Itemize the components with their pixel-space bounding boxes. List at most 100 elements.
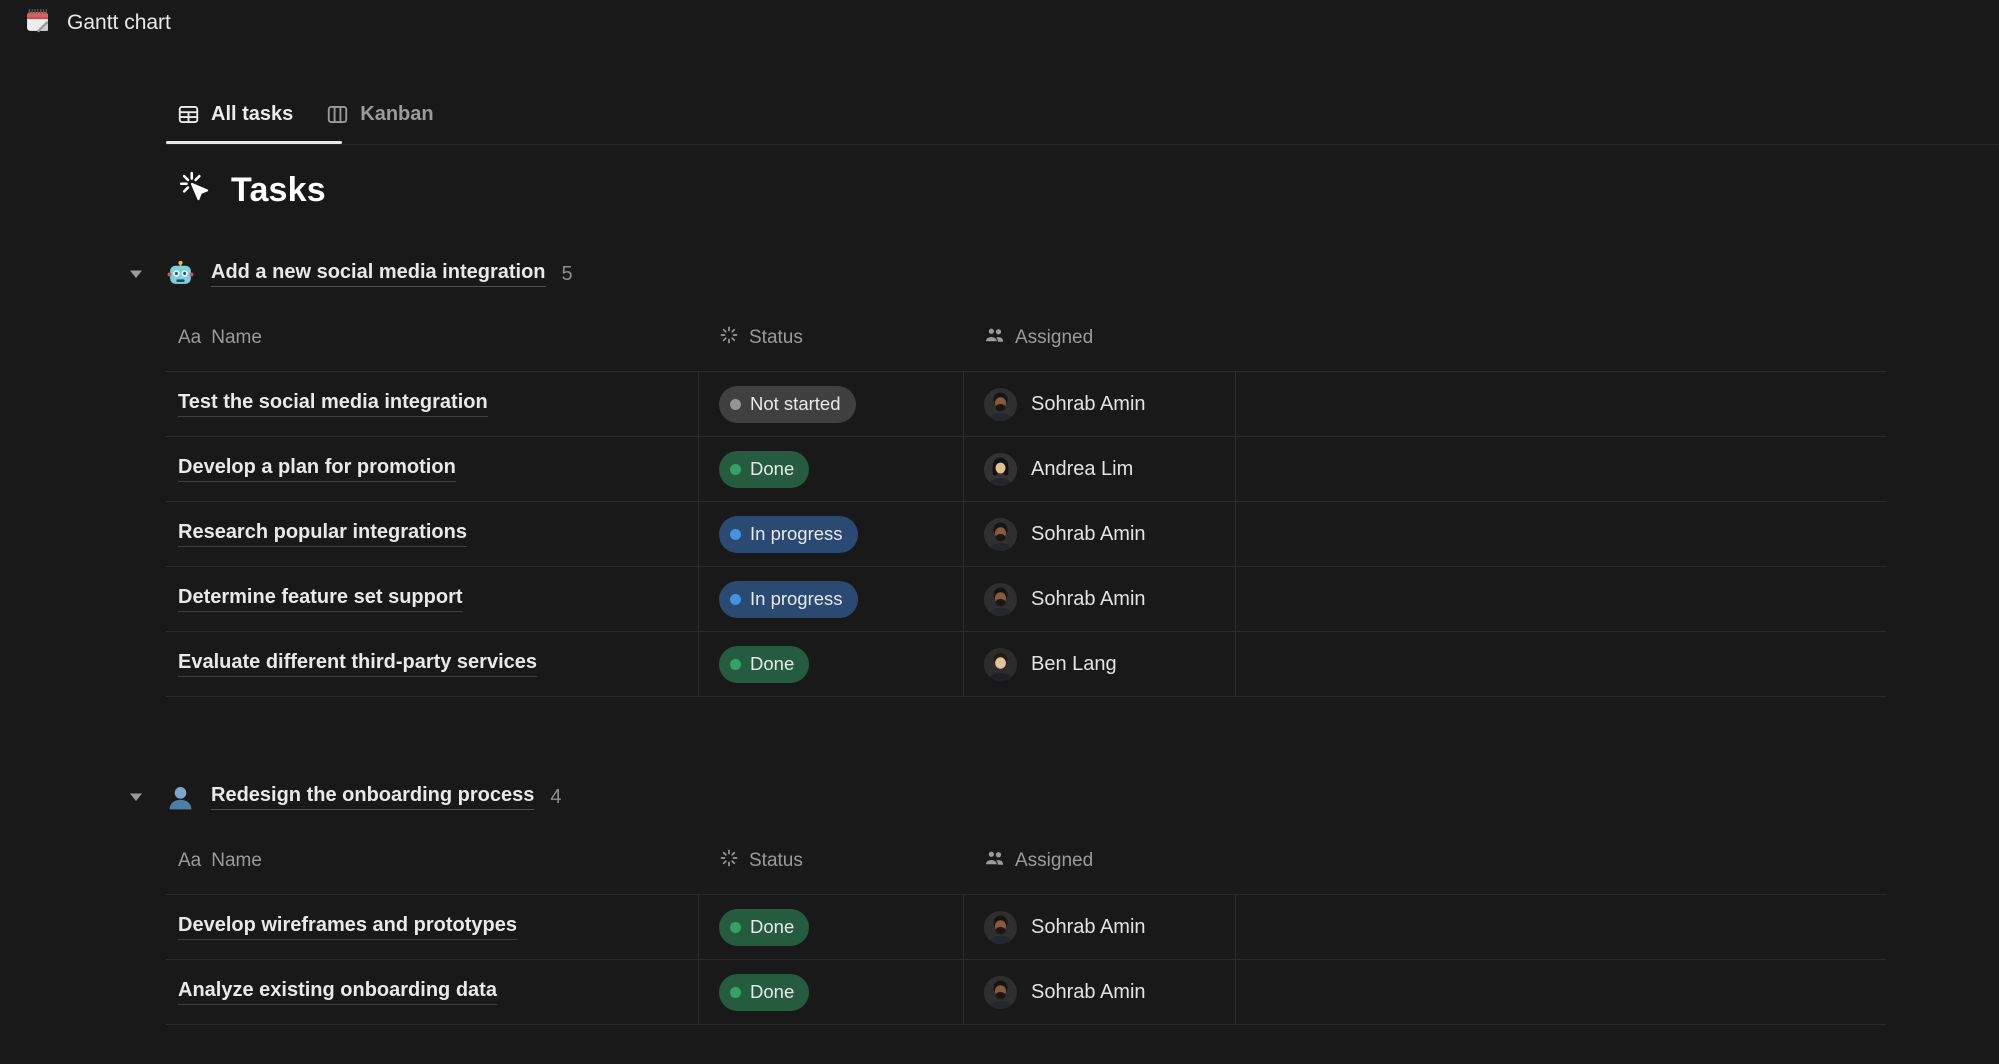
avatar bbox=[984, 518, 1017, 551]
assignee-name: Sohrab Amin bbox=[1031, 588, 1146, 611]
group-toggle-icon[interactable] bbox=[128, 266, 154, 282]
task-name-cell[interactable]: Research popular integrations bbox=[166, 502, 699, 566]
avatar bbox=[984, 388, 1017, 421]
robot-emoji-icon bbox=[166, 260, 195, 289]
group-redesign-the-onboarding-process: Redesign the onboarding process 4 Aa Nam… bbox=[166, 766, 1887, 1025]
assigned-cell[interactable]: Ben Lang bbox=[964, 632, 1236, 696]
task-name: Determine feature set support bbox=[178, 586, 463, 612]
avatar bbox=[984, 583, 1017, 616]
status-cell[interactable]: Done bbox=[699, 960, 964, 1024]
status-pill: In progress bbox=[719, 516, 858, 553]
task-name-cell[interactable]: Develop wireframes and prototypes bbox=[166, 895, 699, 959]
tab-kanban[interactable]: Kanban bbox=[327, 98, 433, 130]
status-label: Done bbox=[750, 653, 794, 675]
tabs-divider bbox=[166, 144, 1999, 145]
status-cell[interactable]: Not started bbox=[699, 372, 964, 436]
column-header-status[interactable]: Status bbox=[699, 325, 964, 351]
page-title-breadcrumb[interactable]: Gantt chart bbox=[67, 11, 171, 35]
status-label: In progress bbox=[750, 523, 843, 545]
assignee-name: Sohrab Amin bbox=[1031, 393, 1146, 416]
empty-cell bbox=[1236, 960, 1887, 1024]
assigned-cell[interactable]: Sohrab Amin bbox=[964, 567, 1236, 631]
avatar bbox=[984, 453, 1017, 486]
assignee-name: Sohrab Amin bbox=[1031, 981, 1146, 1004]
table-row: Determine feature set support In progres… bbox=[166, 567, 1887, 632]
column-header-name[interactable]: Aa Name bbox=[166, 327, 699, 349]
tab-all-tasks[interactable]: All tasks bbox=[178, 98, 293, 130]
assignee-name: Sohrab Amin bbox=[1031, 523, 1146, 546]
table-row: Research popular integrations In progres… bbox=[166, 502, 1887, 567]
person-silhouette-icon bbox=[166, 783, 195, 812]
task-name-cell[interactable]: Analyze existing onboarding data bbox=[166, 960, 699, 1024]
assignee-name: Ben Lang bbox=[1031, 653, 1117, 676]
people-icon bbox=[984, 325, 1005, 352]
group-title-link[interactable]: Add a new social media integration bbox=[211, 261, 546, 287]
status-cell[interactable]: Done bbox=[699, 632, 964, 696]
status-label: Done bbox=[750, 981, 794, 1003]
status-dot bbox=[730, 464, 741, 475]
column-label: Status bbox=[749, 327, 803, 349]
column-header-name[interactable]: Aa Name bbox=[166, 850, 699, 872]
status-dot bbox=[730, 987, 741, 998]
assigned-cell[interactable]: Sohrab Amin bbox=[964, 372, 1236, 436]
assigned-cell[interactable]: Sohrab Amin bbox=[964, 895, 1236, 959]
column-label: Assigned bbox=[1015, 327, 1093, 349]
task-name: Evaluate different third-party services bbox=[178, 651, 537, 677]
status-cell[interactable]: In progress bbox=[699, 567, 964, 631]
status-cell[interactable]: In progress bbox=[699, 502, 964, 566]
task-name-cell[interactable]: Test the social media integration bbox=[166, 372, 699, 436]
status-pill: Done bbox=[719, 451, 809, 488]
task-name: Develop wireframes and prototypes bbox=[178, 914, 517, 940]
status-dot bbox=[730, 659, 741, 670]
status-burst-icon bbox=[719, 325, 739, 351]
task-name: Research popular integrations bbox=[178, 521, 467, 547]
group-add-a-new-social-media-integration: Add a new social media integration 5 Aa … bbox=[166, 243, 1887, 697]
text-property-icon: Aa bbox=[178, 327, 201, 349]
database-title[interactable]: Tasks bbox=[231, 171, 326, 210]
status-pill: Not started bbox=[719, 386, 856, 423]
board-view-icon bbox=[327, 104, 348, 125]
empty-cell bbox=[1236, 567, 1887, 631]
assignee-name: Andrea Lim bbox=[1031, 458, 1133, 481]
group-count: 4 bbox=[550, 786, 561, 809]
column-label: Name bbox=[211, 850, 262, 872]
status-pill: In progress bbox=[719, 581, 858, 618]
group-title-link[interactable]: Redesign the onboarding process bbox=[211, 784, 534, 810]
status-label: Not started bbox=[750, 393, 841, 415]
empty-cell bbox=[1236, 632, 1887, 696]
column-header-assigned[interactable]: Assigned bbox=[964, 848, 1236, 875]
status-burst-icon bbox=[719, 848, 739, 874]
status-dot bbox=[730, 922, 741, 933]
table-view-icon bbox=[178, 104, 199, 125]
click-cursor-icon bbox=[178, 170, 214, 211]
empty-cell bbox=[1236, 372, 1887, 436]
task-name-cell[interactable]: Develop a plan for promotion bbox=[166, 437, 699, 501]
table-row: Test the social media integration Not st… bbox=[166, 372, 1887, 437]
text-property-icon: Aa bbox=[178, 850, 201, 872]
status-cell[interactable]: Done bbox=[699, 437, 964, 501]
spiral-calendar-icon bbox=[25, 8, 50, 38]
column-header-assigned[interactable]: Assigned bbox=[964, 325, 1236, 352]
task-name-cell[interactable]: Determine feature set support bbox=[166, 567, 699, 631]
column-header-status[interactable]: Status bbox=[699, 848, 964, 874]
tab-label: Kanban bbox=[360, 103, 433, 126]
empty-cell bbox=[1236, 437, 1887, 501]
table-header-row: Aa Name Status bbox=[166, 828, 1887, 895]
avatar bbox=[984, 911, 1017, 944]
table-row: Develop wireframes and prototypes Done S… bbox=[166, 895, 1887, 960]
group-header: Redesign the onboarding process 4 bbox=[128, 766, 1887, 828]
task-name-cell[interactable]: Evaluate different third-party services bbox=[166, 632, 699, 696]
assigned-cell[interactable]: Sohrab Amin bbox=[964, 502, 1236, 566]
breadcrumb: Gantt chart bbox=[25, 8, 171, 38]
assigned-cell[interactable]: Sohrab Amin bbox=[964, 960, 1236, 1024]
status-dot bbox=[730, 529, 741, 540]
group-toggle-icon[interactable] bbox=[128, 789, 154, 805]
status-label: Done bbox=[750, 916, 794, 938]
column-label: Name bbox=[211, 327, 262, 349]
status-cell[interactable]: Done bbox=[699, 895, 964, 959]
task-name: Analyze existing onboarding data bbox=[178, 979, 497, 1005]
empty-cell bbox=[1236, 502, 1887, 566]
assignee-name: Sohrab Amin bbox=[1031, 916, 1146, 939]
assigned-cell[interactable]: Andrea Lim bbox=[964, 437, 1236, 501]
avatar bbox=[984, 648, 1017, 681]
